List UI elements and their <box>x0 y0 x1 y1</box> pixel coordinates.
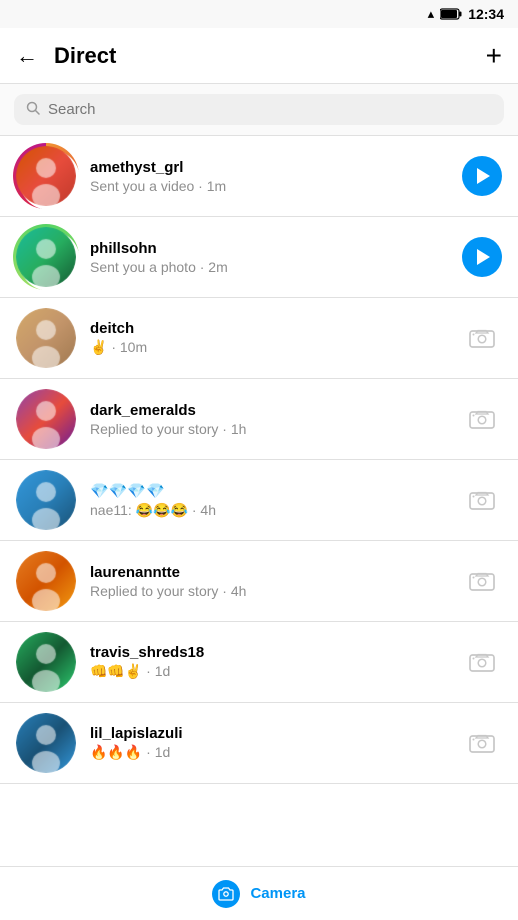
list-item[interactable]: phillsohn Sent you a photo · 2m <box>0 217 518 297</box>
avatar-canvas <box>16 632 76 692</box>
status-bar: ▴ 12:34 <box>0 0 518 28</box>
message-preview: Sent you a photo · 2m <box>90 259 448 275</box>
header: ← Direct + <box>0 28 518 84</box>
bottom-bar[interactable]: Camera <box>0 866 518 920</box>
avatar-canvas <box>16 470 76 530</box>
camera-icon <box>468 488 496 512</box>
action-icon[interactable] <box>462 237 502 277</box>
camera-icon <box>468 650 496 674</box>
search-input[interactable] <box>48 101 492 118</box>
search-wrap <box>14 94 504 125</box>
message-username: lil_lapislazuli <box>90 725 448 742</box>
back-button[interactable]: ← <box>16 43 38 69</box>
battery-icon <box>440 8 462 20</box>
camera-icon <box>468 326 496 350</box>
camera-icon <box>468 569 496 593</box>
search-bar <box>0 84 518 135</box>
message-username: deitch <box>90 320 448 337</box>
message-info: laurenanntte Replied to your story · 4h <box>90 564 448 599</box>
message-preview: 🔥🔥🔥 · 1d <box>90 744 448 761</box>
message-info: amethyst_grl Sent you a video · 1m <box>90 159 448 194</box>
camera-label: Camera <box>250 885 305 902</box>
camera-icon <box>468 407 496 431</box>
message-preview: 👊👊✌ · 1d <box>90 663 448 680</box>
message-preview: nae11: 😂😂😂 · 4h <box>90 502 448 519</box>
avatar-canvas <box>16 551 76 611</box>
message-username: phillsohn <box>90 240 448 257</box>
play-button[interactable] <box>462 156 502 196</box>
divider <box>0 783 518 784</box>
camera-icon <box>468 731 496 755</box>
list-item[interactable]: travis_shreds18 👊👊✌ · 1d <box>0 622 518 702</box>
message-info: dark_emeralds Replied to your story · 1h <box>90 402 448 437</box>
list-item[interactable]: dark_emeralds Replied to your story · 1h <box>0 379 518 459</box>
avatar-canvas <box>16 389 76 449</box>
message-preview: Sent you a video · 1m <box>90 178 448 194</box>
page-title: Direct <box>54 43 116 69</box>
list-item[interactable]: amethyst_grl Sent you a video · 1m <box>0 136 518 216</box>
add-button[interactable]: + <box>486 40 502 72</box>
signal-icon: ▴ <box>428 6 435 22</box>
avatar <box>16 389 76 449</box>
action-icon <box>462 561 502 601</box>
message-info: 💎💎💎💎 nae11: 😂😂😂 · 4h <box>90 482 448 519</box>
avatar-canvas <box>16 713 76 773</box>
action-icon <box>462 318 502 358</box>
message-preview: Replied to your story · 1h <box>90 421 448 437</box>
message-list: amethyst_grl Sent you a video · 1m phillso… <box>0 136 518 866</box>
action-icon <box>462 723 502 763</box>
play-button[interactable] <box>462 237 502 277</box>
avatar <box>16 551 76 611</box>
message-preview: Replied to your story · 4h <box>90 583 448 599</box>
message-info: phillsohn Sent you a photo · 2m <box>90 240 448 275</box>
list-item[interactable]: laurenanntte Replied to your story · 4h <box>0 541 518 621</box>
camera-bottom-icon <box>212 880 240 908</box>
avatar-canvas <box>16 308 76 368</box>
search-icon <box>26 101 40 118</box>
status-time: 12:34 <box>468 6 504 22</box>
action-icon <box>462 480 502 520</box>
avatar <box>16 146 76 206</box>
message-info: travis_shreds18 👊👊✌ · 1d <box>90 644 448 680</box>
avatar <box>16 227 76 287</box>
list-item[interactable]: 💎💎💎💎 nae11: 😂😂😂 · 4h <box>0 460 518 540</box>
message-info: deitch ✌ · 10m <box>90 320 448 356</box>
action-icon <box>462 642 502 682</box>
avatar-canvas <box>16 227 76 287</box>
avatar <box>16 308 76 368</box>
message-username: laurenanntte <box>90 564 448 581</box>
message-username: 💎💎💎💎 <box>90 482 448 500</box>
list-item[interactable]: lil_lapislazuli 🔥🔥🔥 · 1d <box>0 703 518 783</box>
avatar <box>16 470 76 530</box>
avatar-canvas <box>16 146 76 206</box>
list-item[interactable]: deitch ✌ · 10m <box>0 298 518 378</box>
action-icon <box>462 399 502 439</box>
message-username: travis_shreds18 <box>90 644 448 661</box>
action-icon[interactable] <box>462 156 502 196</box>
message-preview: ✌ · 10m <box>90 339 448 356</box>
header-left: ← Direct <box>16 43 116 69</box>
avatar <box>16 713 76 773</box>
message-username: dark_emeralds <box>90 402 448 419</box>
message-info: lil_lapislazuli 🔥🔥🔥 · 1d <box>90 725 448 761</box>
avatar <box>16 632 76 692</box>
message-username: amethyst_grl <box>90 159 448 176</box>
